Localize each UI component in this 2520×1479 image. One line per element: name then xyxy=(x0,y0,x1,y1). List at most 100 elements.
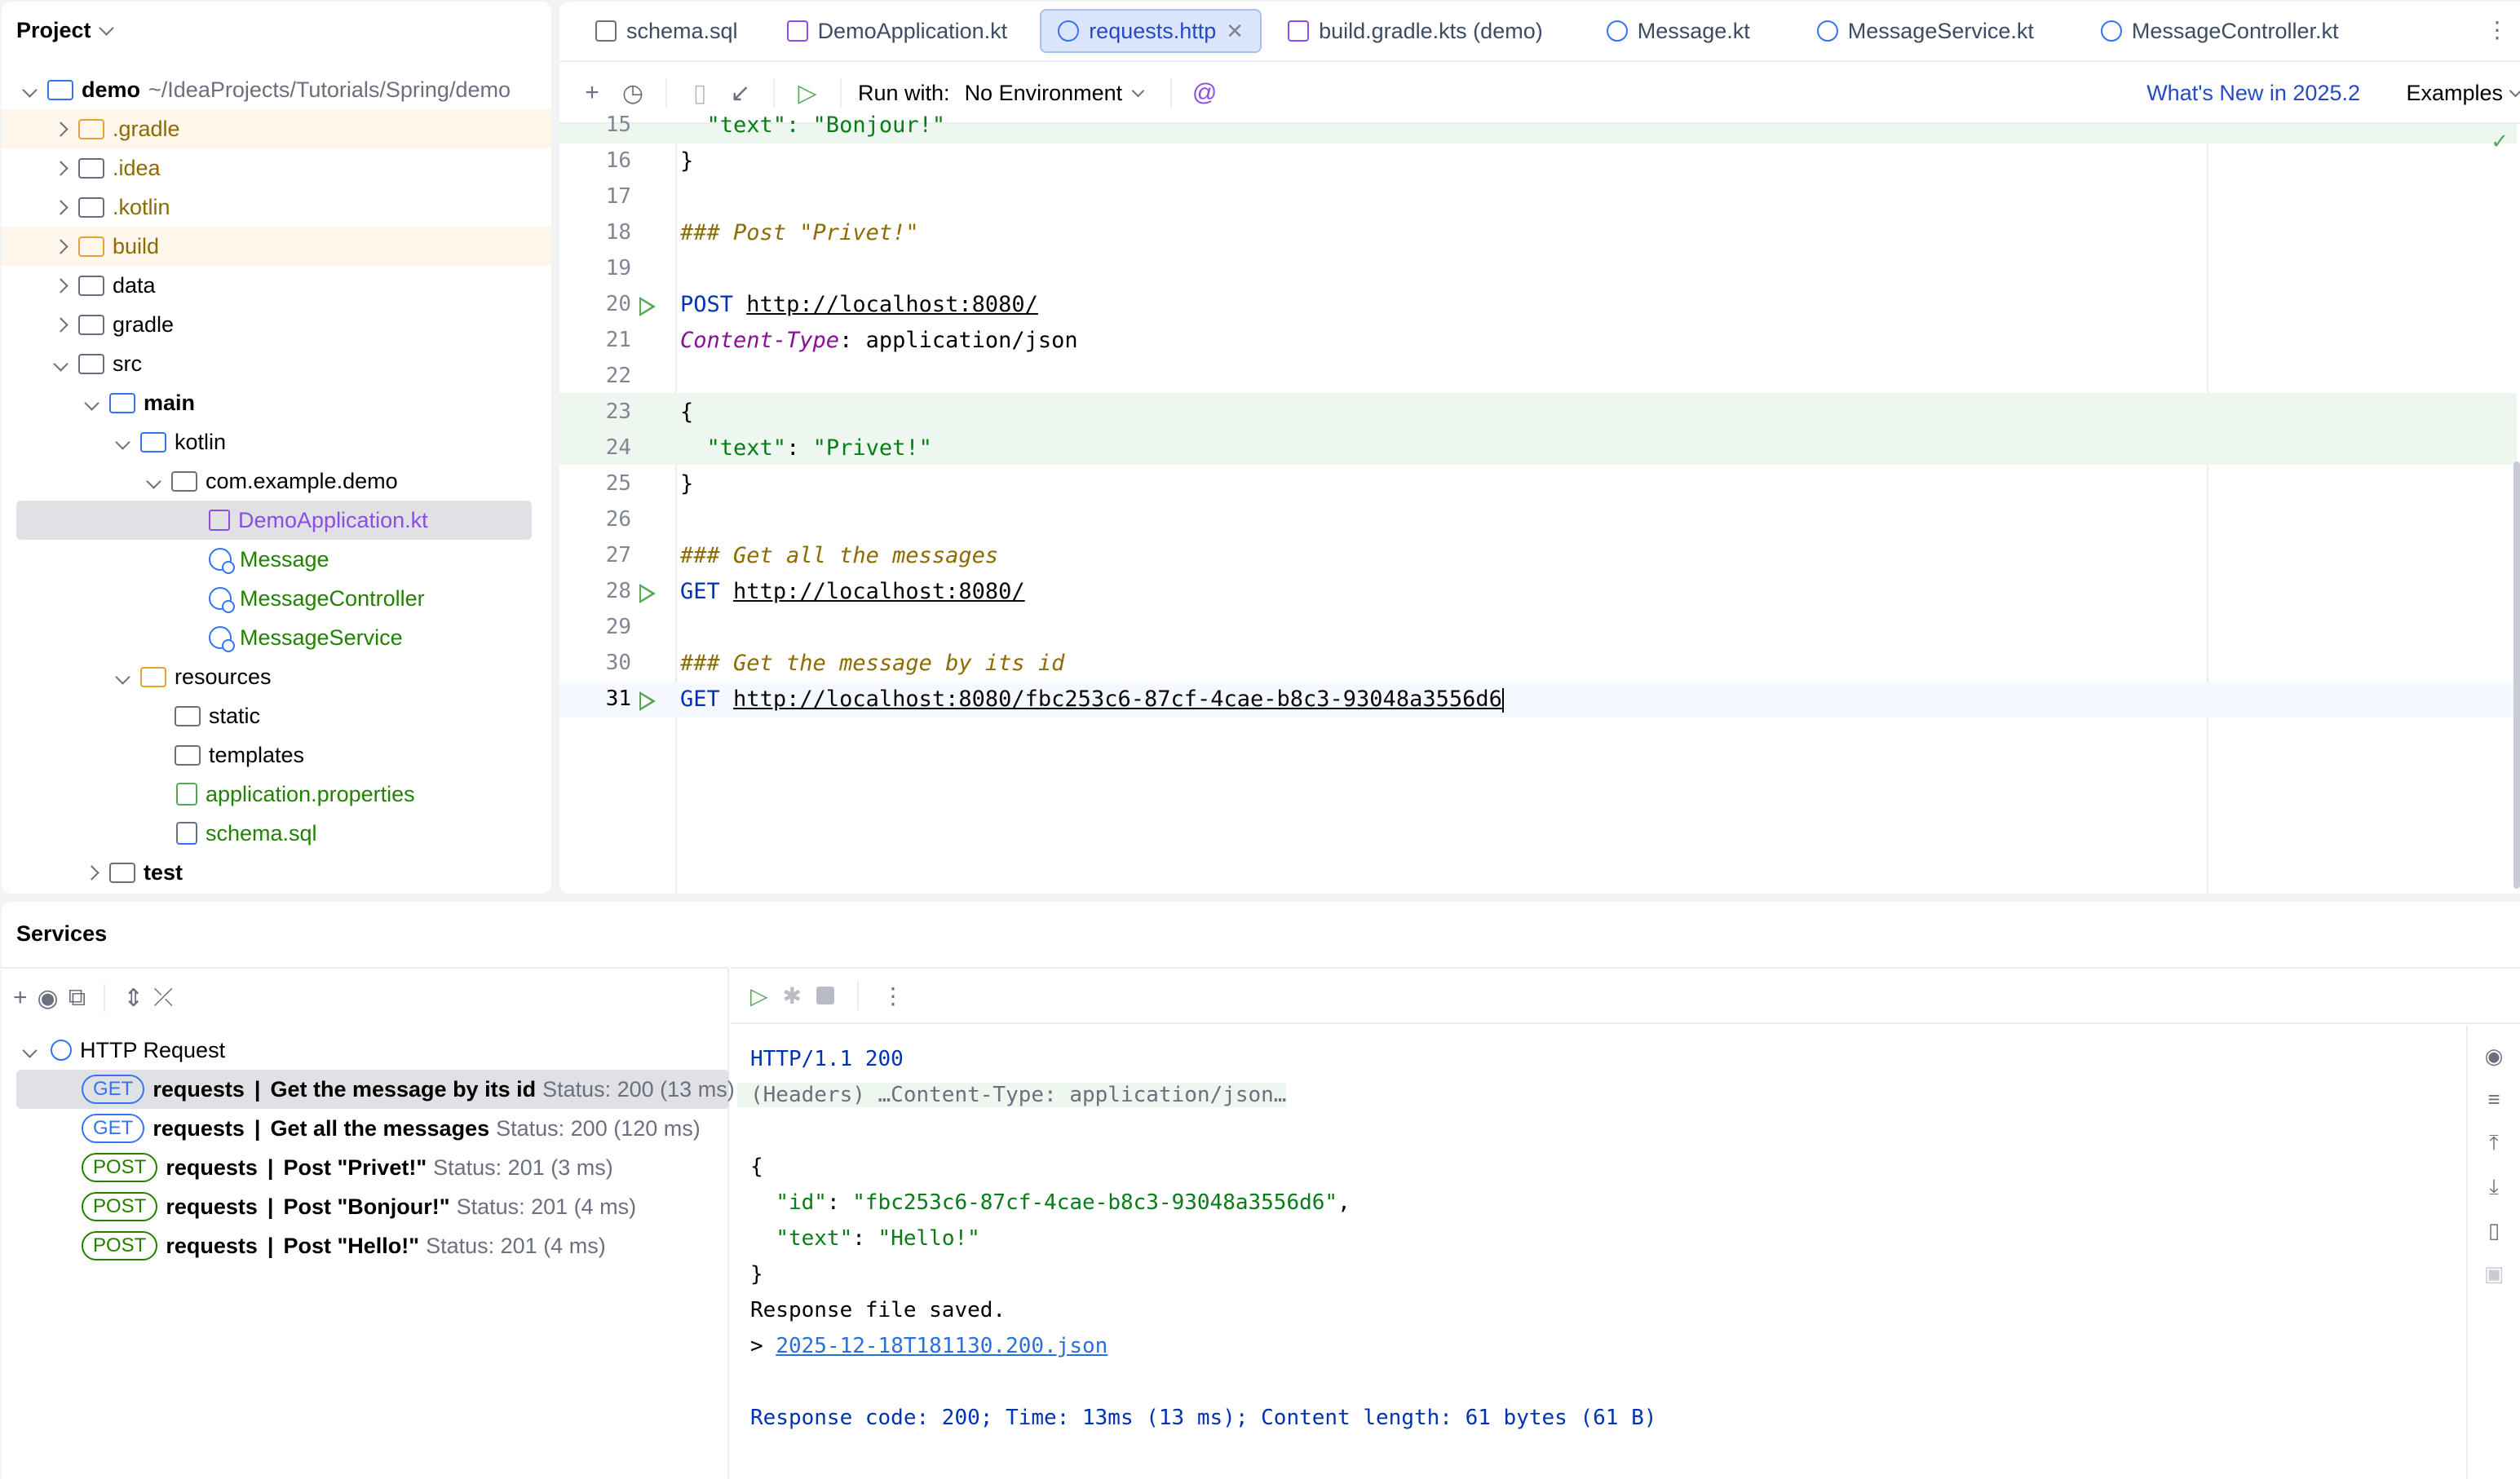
expand-all-icon[interactable]: ⇕ xyxy=(123,984,144,1013)
request-url[interactable]: http://localhost:8080/ xyxy=(733,579,1025,604)
response-body-line: { xyxy=(750,1155,763,1179)
tree-item-kotlin[interactable]: kotlin xyxy=(111,422,226,461)
tab-requests-http[interactable]: requests.http ✕ xyxy=(1040,9,1262,53)
image-icon[interactable]: ▣ xyxy=(2484,1261,2505,1287)
chevron-right-icon[interactable] xyxy=(52,160,69,176)
more-icon[interactable]: ⋮ xyxy=(882,982,904,1009)
line-number: 26 xyxy=(605,507,631,532)
response-file-link[interactable]: 2025-12-18T181130.200.json xyxy=(776,1334,1107,1358)
chevron-down-icon[interactable] xyxy=(114,669,130,685)
tree-item-application-properties[interactable]: application.properties xyxy=(173,775,415,814)
tree-item-build[interactable]: build xyxy=(2,227,551,266)
response-headers[interactable]: (Headers) …Content-Type: application/jso… xyxy=(737,1083,1287,1107)
chevron-right-icon[interactable] xyxy=(83,864,99,881)
folder-icon xyxy=(78,314,104,335)
project-header[interactable]: Project xyxy=(16,18,114,43)
chevron-down-icon[interactable] xyxy=(83,395,99,411)
tree-item-templates[interactable]: templates xyxy=(175,735,304,775)
scroll-end-icon[interactable]: ⤓ xyxy=(2489,1174,2499,1200)
request-row[interactable]: POST requests | Post "Privet!" Status: 2… xyxy=(82,1148,613,1187)
tab-messageservice[interactable]: MessageService.kt xyxy=(1801,9,2050,53)
scroll-top-icon[interactable]: ⤒ xyxy=(2489,1130,2499,1156)
code-comment: ### Get the message by its id xyxy=(680,651,1065,676)
chevron-down-icon[interactable] xyxy=(145,473,161,489)
request-row[interactable]: POST requests | Post "Bonjour!" Status: … xyxy=(82,1187,636,1226)
http-request-group[interactable]: HTTP Request xyxy=(18,1031,225,1070)
copy-icon[interactable]: ▯ xyxy=(2488,1218,2500,1243)
tree-item-demo[interactable]: demo ~/IdeaProjects/Tutorials/Spring/dem… xyxy=(18,70,511,109)
tab-schema-sql[interactable]: schema.sql xyxy=(579,9,754,53)
new-group-icon[interactable]: ⧉ xyxy=(69,984,86,1012)
chevron-down-icon[interactable] xyxy=(114,434,130,450)
tree-item-messagecontroller[interactable]: MessageController xyxy=(206,579,425,618)
tree-item-label: kotlin xyxy=(175,429,227,454)
soft-wrap-icon[interactable]: ≡ xyxy=(2487,1087,2500,1112)
tree-item-demoapplication[interactable]: DemoApplication.kt xyxy=(16,501,532,540)
tab-build-gradle[interactable]: build.gradle.kts (demo) xyxy=(1271,9,1559,53)
chevron-down-icon[interactable] xyxy=(21,1042,38,1058)
import-icon[interactable]: ↙ xyxy=(724,77,757,109)
chevron-down-icon[interactable] xyxy=(52,355,69,372)
tree-item-message[interactable]: Message xyxy=(206,540,329,579)
tree-item-messageservice[interactable]: MessageService xyxy=(206,618,403,657)
line-number: 31 xyxy=(605,687,631,711)
chevron-right-icon[interactable] xyxy=(52,238,69,254)
row-separator: | xyxy=(267,1155,274,1180)
response-toolbar: ▷ ✱ ⋮ xyxy=(731,969,2520,1024)
tab-label: build.gradle.kts (demo) xyxy=(1319,18,1543,43)
tree-item-gradle[interactable]: gradle xyxy=(49,305,174,344)
chevron-right-icon[interactable] xyxy=(52,277,69,294)
collapse-all-icon[interactable]: ⤫ xyxy=(153,984,173,1012)
run-request-icon[interactable] xyxy=(639,297,656,316)
tab-demoapplication[interactable]: DemoApplication.kt xyxy=(771,9,1024,53)
tree-item-static[interactable]: static xyxy=(175,696,260,735)
close-icon[interactable]: ✕ xyxy=(1226,19,1244,44)
tree-item-gradle-cache[interactable]: .gradle xyxy=(2,109,551,148)
line-number: 27 xyxy=(605,543,631,567)
tree-item-test[interactable]: test xyxy=(80,853,183,892)
code-area[interactable]: 15 "text": "Bonjour!" 16 } 17 18 ### Pos… xyxy=(559,113,2520,894)
chevron-down-icon[interactable] xyxy=(21,82,38,98)
tab-messagecontroller[interactable]: MessageController.kt xyxy=(2085,9,2355,53)
stop-icon[interactable] xyxy=(816,987,835,1004)
tab-message[interactable]: Message.kt xyxy=(1590,9,1766,53)
add-service-icon[interactable]: + xyxy=(13,984,28,1012)
method-badge: POST xyxy=(82,1231,158,1260)
tree-item-label: gradle xyxy=(113,311,175,337)
tree-item-resources[interactable]: resources xyxy=(111,657,272,696)
tree-item-data[interactable]: data xyxy=(49,266,156,305)
tree-item-kotlin-cache[interactable]: .kotlin xyxy=(49,188,170,227)
whats-new-link[interactable]: What's New in 2025.2 xyxy=(2146,81,2360,106)
chevron-right-icon[interactable] xyxy=(52,199,69,215)
request-url[interactable]: http://localhost:8080/ xyxy=(746,292,1038,317)
request-url[interactable]: http://localhost:8080/fbc253c6-87cf-4cae… xyxy=(733,687,1502,712)
tree-item-idea[interactable]: .idea xyxy=(49,148,161,188)
line-number: 29 xyxy=(605,615,631,639)
run-request-icon[interactable] xyxy=(639,691,656,711)
view-icon[interactable]: ◉ xyxy=(2485,1044,2504,1069)
run-all-icon[interactable]: ▷ xyxy=(791,77,824,109)
project-panel: Project demo ~/IdeaProjects/Tutorials/Sp… xyxy=(2,2,551,894)
examples-menu[interactable]: Examples xyxy=(2406,81,2520,106)
request-row[interactable]: GET requests | Get all the messages Stat… xyxy=(82,1109,701,1148)
tree-item-schema-sql[interactable]: schema.sql xyxy=(173,814,317,853)
line-number: 25 xyxy=(605,471,631,496)
tree-item-main[interactable]: main xyxy=(80,383,195,422)
chevron-right-icon[interactable] xyxy=(52,316,69,333)
copy-icon[interactable]: ▯ xyxy=(683,77,716,109)
tree-item-src[interactable]: src xyxy=(49,344,142,383)
add-request-icon[interactable]: + xyxy=(576,77,608,109)
debug-icon[interactable]: ✱ xyxy=(783,982,802,1009)
request-row[interactable]: GET requests | Get the message by its id… xyxy=(82,1070,735,1109)
request-row[interactable]: POST requests | Post "Hello!" Status: 20… xyxy=(82,1226,606,1265)
eye-icon[interactable]: ◉ xyxy=(38,984,59,1013)
spiral-icon[interactable]: @ xyxy=(1188,77,1221,109)
environment-select[interactable]: No Environment xyxy=(965,81,1145,106)
run-request-icon[interactable] xyxy=(639,584,656,603)
line-number: 17 xyxy=(605,184,631,209)
tree-item-package[interactable]: com.example.demo xyxy=(142,461,398,501)
history-icon[interactable]: ◷ xyxy=(617,77,649,109)
rerun-icon[interactable]: ▷ xyxy=(750,982,768,1009)
more-tabs-icon[interactable]: ⋮ xyxy=(2486,16,2509,43)
chevron-right-icon[interactable] xyxy=(52,121,69,137)
